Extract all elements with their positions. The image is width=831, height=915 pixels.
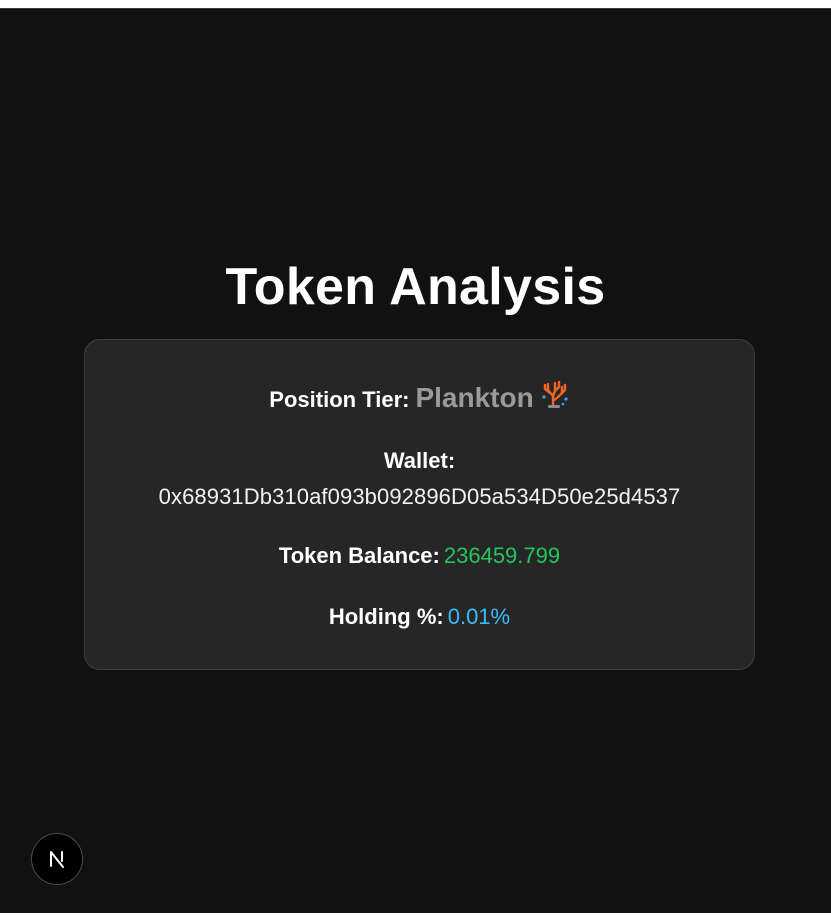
position-tier-row: Position Tier: Plankton — [85, 379, 754, 420]
wallet-label: Wallet: — [383, 448, 456, 473]
app-viewport: Token Analysis Position Tier: Plankton Wa… — [0, 8, 831, 913]
holding-percent-label: Holding %: — [328, 604, 444, 629]
coral-icon — [540, 379, 570, 417]
nextjs-dev-tools-button[interactable] — [31, 833, 83, 885]
page-title: Token Analysis — [225, 258, 606, 316]
token-balance-row: Token Balance: 236459.799 — [85, 541, 754, 571]
position-tier-label: Position Tier: — [269, 386, 410, 412]
nextjs-logo-icon — [50, 851, 64, 868]
wallet-address: 0x68931Db310af093b092896D05a534D50e25d45… — [158, 484, 681, 509]
holding-percent-value: 0.01% — [447, 604, 511, 629]
wallet-label-row: Wallet: — [85, 446, 754, 476]
position-tier-value: Plankton — [415, 381, 534, 413]
holding-percent-row: Holding %: 0.01% — [85, 602, 754, 632]
token-analysis-card: Position Tier: Plankton Wallet: 0x68931Db… — [84, 339, 755, 670]
token-balance-label: Token Balance: — [278, 543, 440, 568]
wallet-address-row: 0x68931Db310af093b092896D05a534D50e25d45… — [85, 482, 754, 512]
token-balance-value: 236459.799 — [443, 543, 561, 568]
